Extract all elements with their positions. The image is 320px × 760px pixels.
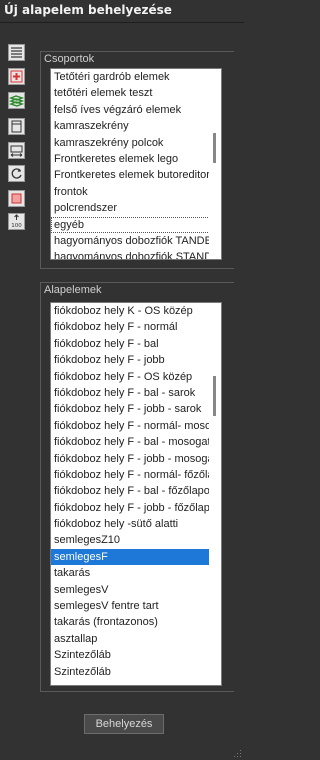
elements-scrollbar[interactable]: [209, 303, 221, 685]
elements-list-item[interactable]: semlegesZ10: [51, 532, 212, 548]
resize-icon[interactable]: [8, 142, 25, 159]
groups-list-item[interactable]: kamraszekrény polcok: [51, 135, 212, 151]
groups-list-item[interactable]: hagyományos dobozfiók STANDARD: [51, 249, 212, 259]
groups-list-item[interactable]: kamraszekrény: [51, 118, 212, 134]
elements-list-item[interactable]: semlegesV: [51, 582, 212, 598]
elements-list-item[interactable]: takarás: [51, 565, 212, 581]
elements-list-item[interactable]: fiókdoboz hely F - normál- mosogató: [51, 418, 212, 434]
groups-list-item[interactable]: egyéb: [51, 216, 212, 233]
groups-list-item[interactable]: felső íves végzáró elemek: [51, 102, 212, 118]
groups-scrollbar[interactable]: [209, 69, 221, 259]
resize-grip-icon[interactable]: [234, 750, 242, 758]
groups-list-item[interactable]: Frontkeretes elemek butoreditor: [51, 167, 212, 183]
groups-list-item[interactable]: Frontkeretes elemek lego: [51, 151, 212, 167]
elements-list-item[interactable]: fiókdoboz hely F - bal - főzőlapos: [51, 483, 212, 499]
window-title: Új alapelem behelyezése: [4, 3, 172, 17]
elements-list-item[interactable]: fiókdoboz hely F - jobb - főzőlapos: [51, 500, 212, 516]
title-divider: [0, 22, 244, 23]
rotate-icon[interactable]: [8, 165, 25, 182]
groups-list-item[interactable]: hagyományos dobozfiók TANDEM: [51, 233, 212, 249]
groups-scroll-thumb[interactable]: [213, 133, 216, 163]
elements-list-item[interactable]: fiókdoboz hely F - normál: [51, 319, 212, 335]
elements-list-item[interactable]: fiókdoboz hely F - jobb - sarok: [51, 401, 212, 417]
layers-icon[interactable]: [8, 92, 25, 109]
elements-list-item[interactable]: fiókdoboz hely K - OS közép: [51, 303, 212, 319]
elements-list-item[interactable]: Szintezőláb: [51, 664, 212, 680]
elements-list-item[interactable]: semlegesV fentre tart: [51, 598, 212, 614]
elements-list-item[interactable]: fiókdoboz hely F - OS közép: [51, 369, 212, 385]
elements-list-item[interactable]: asztallap: [51, 631, 212, 647]
panel-icon[interactable]: [8, 118, 25, 135]
elements-list-item[interactable]: semlegesF: [51, 548, 212, 566]
groups-listbox[interactable]: Tetőtéri gardrób elemek tetőtéri elemek t…: [50, 68, 222, 260]
elements-list-item[interactable]: fiókdoboz hely F - jobb: [51, 352, 212, 368]
elements-list-item[interactable]: takarás (frontazonos): [51, 614, 212, 630]
groups-list-item[interactable]: polcrendszer: [51, 200, 212, 216]
elements-label: Alapelemek: [44, 284, 102, 296]
elements-list-item[interactable]: Szintezőláb: [51, 647, 212, 663]
groups-list-item[interactable]: frontok: [51, 184, 212, 200]
elements-list-item[interactable]: fiókdoboz hely F - bal - sarok: [51, 385, 212, 401]
groups-list-item[interactable]: Tetőtéri gardrób elemek: [51, 69, 212, 85]
list-view-icon[interactable]: [8, 44, 25, 61]
groups-list-item[interactable]: tetőtéri elemek teszt: [51, 85, 212, 101]
color-icon[interactable]: [8, 190, 25, 207]
elements-list-item[interactable]: fiókdoboz hely F - normál- főzőlap: [51, 467, 212, 483]
elements-list-item[interactable]: fiókdoboz hely F - bal - mosogató: [51, 434, 212, 450]
elements-list-item[interactable]: fiókdoboz hely F - jobb - mosogató: [51, 451, 212, 467]
scale-icon[interactable]: 100: [8, 213, 25, 230]
scale-label: 100: [11, 223, 22, 229]
elements-list-item[interactable]: fiókdoboz hely -sütő alatti: [51, 516, 212, 532]
elements-scroll-thumb[interactable]: [213, 376, 216, 416]
add-icon[interactable]: [8, 68, 25, 85]
elements-list-item[interactable]: fiókdoboz hely F - bal: [51, 336, 212, 352]
elements-listbox[interactable]: fiókdoboz hely K - OS közép fiókdoboz hel…: [50, 302, 222, 686]
groups-label: Csoportok: [44, 53, 95, 65]
insert-button[interactable]: Behelyezés: [84, 714, 164, 734]
